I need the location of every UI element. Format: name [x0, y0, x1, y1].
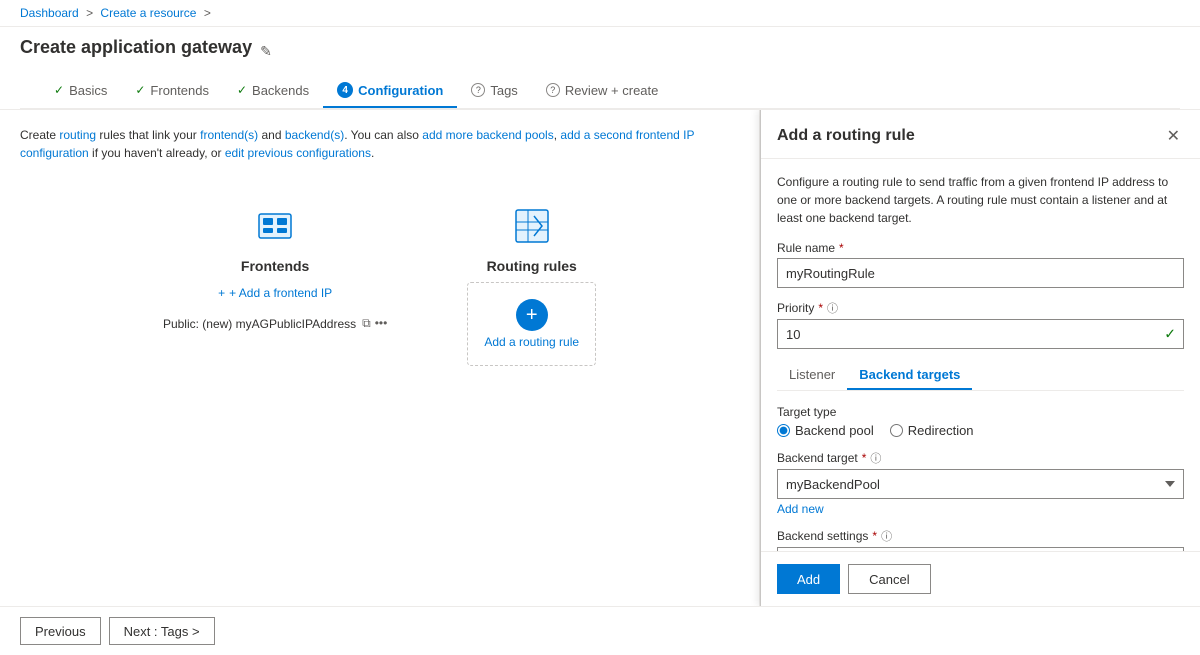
add-backend-pools-link[interactable]: add more backend pools: [422, 128, 553, 142]
copy-icon[interactable]: ⧉: [362, 316, 371, 331]
tab-tags-label: Tags: [490, 83, 517, 98]
breadcrumb: Dashboard > Create a resource >: [0, 0, 1200, 27]
target-type-radio-group: Backend pool Redirection: [777, 423, 1184, 438]
tab-backends[interactable]: ✓ Backends: [223, 74, 323, 108]
routing-node: Routing rules + Add a routing rule: [467, 202, 596, 366]
tags-circle-icon: ?: [471, 83, 485, 97]
plus-icon: +: [516, 299, 548, 331]
radio-backend-pool[interactable]: Backend pool: [777, 423, 874, 438]
tab-frontends[interactable]: ✓ Frontends: [121, 74, 223, 108]
radio-redirection[interactable]: Redirection: [890, 423, 974, 438]
backend-target-select[interactable]: myBackendPool: [777, 469, 1184, 499]
tab-frontends-label: Frontends: [150, 83, 209, 98]
priority-input[interactable]: [777, 319, 1184, 349]
priority-check-icon: ✓: [1164, 326, 1176, 343]
frontend-item-text: Public: (new) myAGPublicIPAddress: [163, 317, 356, 331]
frontends-icon: [251, 202, 299, 250]
add-button[interactable]: Add: [777, 564, 840, 594]
drawer-header: Add a routing rule ✕: [761, 110, 1200, 159]
target-type-group: Target type Backend pool Redirection: [777, 405, 1184, 438]
add-frontend-ip-text: + Add a frontend IP: [229, 286, 332, 300]
priority-info-icon[interactable]: ⓘ: [827, 300, 838, 316]
add-routing-rule-box[interactable]: + Add a routing rule: [467, 282, 596, 366]
backends-check-icon: ✓: [237, 83, 247, 97]
next-button[interactable]: Next : Tags >: [109, 617, 215, 645]
drawer-tabs: Listener Backend targets: [777, 361, 1184, 391]
more-icon[interactable]: •••: [375, 316, 388, 331]
rule-name-label: Rule name *: [777, 241, 1184, 255]
target-type-label: Target type: [777, 405, 1184, 419]
priority-label: Priority * ⓘ: [777, 300, 1184, 316]
tab-backends-label: Backends: [252, 83, 309, 98]
drawer-footer: Add Cancel: [761, 551, 1200, 606]
priority-required: *: [818, 301, 823, 315]
page-title: Create application gateway: [20, 37, 252, 58]
rule-name-input[interactable]: [777, 258, 1184, 288]
previous-button[interactable]: Previous: [20, 617, 101, 645]
frontends-link[interactable]: frontend(s): [200, 128, 258, 142]
nav-tabs: ✓ Basics ✓ Frontends ✓ Backends 4 Config…: [20, 74, 1180, 109]
tab-tags[interactable]: ? Tags: [457, 74, 531, 108]
edit-title-icon[interactable]: ✎: [260, 43, 272, 60]
drawer-title: Add a routing rule: [777, 127, 915, 145]
frontends-check-icon: ✓: [135, 83, 145, 97]
review-circle-icon: ?: [546, 83, 560, 97]
backends-link[interactable]: backend(s): [285, 128, 344, 142]
tab-backend-targets[interactable]: Backend targets: [847, 361, 972, 390]
add-routing-rule-drawer: Add a routing rule ✕ Configure a routing…: [760, 110, 1200, 606]
backend-target-add-new[interactable]: Add new: [777, 502, 1184, 516]
drawer-body: Configure a routing rule to send traffic…: [761, 159, 1200, 551]
bottom-bar: Previous Next : Tags >: [0, 606, 1200, 655]
left-panel: Create routing rules that link your fron…: [0, 110, 760, 606]
drawer-description: Configure a routing rule to send traffic…: [777, 173, 1184, 227]
backend-target-group: Backend target * ⓘ myBackendPool Add new: [777, 450, 1184, 516]
rule-name-group: Rule name *: [777, 241, 1184, 288]
routing-icon: [508, 202, 556, 250]
basics-check-icon: ✓: [54, 83, 64, 97]
frontend-item: Public: (new) myAGPublicIPAddress ⧉ •••: [163, 316, 387, 331]
backend-settings-label: Backend settings * ⓘ: [777, 528, 1184, 544]
tab-listener[interactable]: Listener: [777, 361, 847, 390]
breadcrumb-create-resource[interactable]: Create a resource: [100, 6, 196, 20]
info-text: Create routing rules that link your fron…: [20, 126, 739, 162]
tab-basics-label: Basics: [69, 83, 107, 98]
add-frontend-ip-link2[interactable]: + + Add a frontend IP: [218, 286, 332, 300]
drawer-close-button[interactable]: ✕: [1163, 124, 1184, 148]
edit-configs-link[interactable]: edit previous configurations: [225, 146, 371, 160]
frontends-node: Frontends + + Add a frontend IP Public: …: [163, 202, 387, 331]
tab-configuration[interactable]: 4 Configuration: [323, 74, 457, 108]
configuration-circle-icon: 4: [337, 82, 353, 98]
breadcrumb-dashboard[interactable]: Dashboard: [20, 6, 79, 20]
backend-settings-info-icon[interactable]: ⓘ: [881, 528, 892, 544]
backend-target-info-icon[interactable]: ⓘ: [870, 450, 881, 466]
frontends-label: Frontends: [241, 258, 309, 274]
add-routing-rule-label: Add a routing rule: [484, 335, 579, 349]
backend-target-label: Backend target * ⓘ: [777, 450, 1184, 466]
routing-label: Routing rules: [487, 258, 577, 274]
tab-configuration-label: Configuration: [358, 83, 443, 98]
priority-group: Priority * ⓘ ✓: [777, 300, 1184, 349]
tab-review-create[interactable]: ? Review + create: [532, 74, 673, 108]
rule-name-required: *: [839, 241, 844, 255]
page-title-bar: Create application gateway ✎ ✓ Basics ✓ …: [0, 27, 1200, 110]
cancel-button[interactable]: Cancel: [848, 564, 930, 594]
tab-basics[interactable]: ✓ Basics: [40, 74, 121, 108]
diagram: Frontends + + Add a frontend IP Public: …: [20, 182, 739, 386]
main-content: Create routing rules that link your fron…: [0, 110, 1200, 606]
routing-link[interactable]: routing: [59, 128, 96, 142]
tab-review-label: Review + create: [565, 83, 659, 98]
backend-settings-group: Backend settings * ⓘ myBackendSetting Ad…: [777, 528, 1184, 551]
